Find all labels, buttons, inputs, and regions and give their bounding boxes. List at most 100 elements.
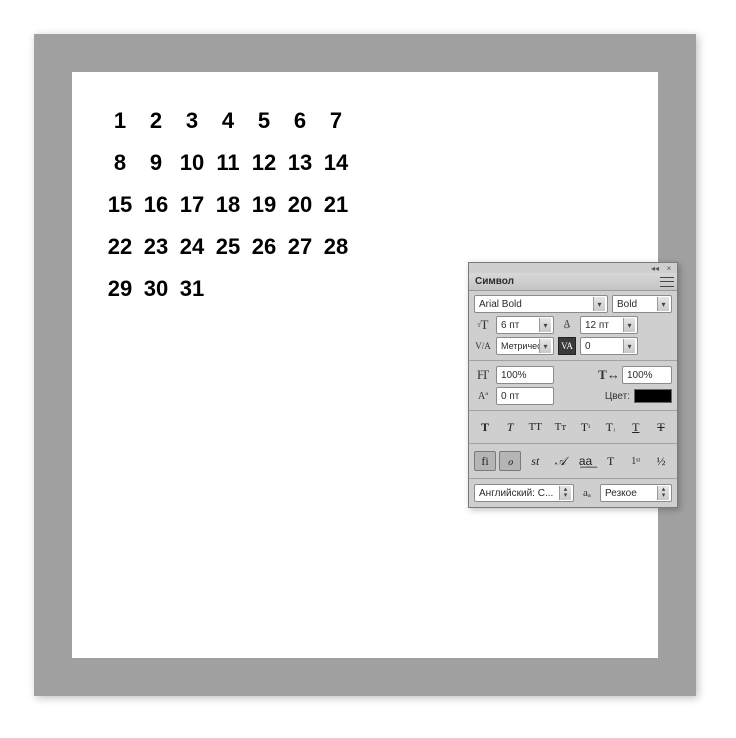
kerning-input[interactable]: Метрическ. ▾: [496, 337, 554, 355]
calendar-cell: 23: [138, 234, 174, 260]
font-family-value: Arial Bold: [479, 299, 603, 310]
strike-button[interactable]: T: [650, 418, 672, 436]
baseline-input[interactable]: 0 пт: [496, 387, 554, 405]
faux-bold-button[interactable]: T: [474, 418, 496, 436]
divider: [469, 443, 677, 444]
calendar-cell: 15: [102, 192, 138, 218]
language-select[interactable]: Английский: С... ▴▾: [474, 484, 574, 502]
calendar-row: 15161718192021: [102, 192, 372, 218]
underline-button[interactable]: T: [625, 418, 647, 436]
fractions-button[interactable]: ½: [650, 451, 672, 471]
leading-input[interactable]: 12 пт ▾: [580, 316, 638, 334]
calendar-cell: 21: [318, 192, 354, 218]
text-color-swatch[interactable]: [634, 389, 672, 403]
opentype-row: fi ℴ st 𝒜 a͟a͟ T 1ˢᵗ ½: [474, 449, 672, 473]
calendar-cell: 5: [246, 108, 282, 134]
tracking-input[interactable]: 0 ▾: [580, 337, 638, 355]
language-value: Английский: С...: [479, 488, 569, 499]
updown-icon: ▴▾: [657, 486, 669, 500]
calendar-cell: 29: [102, 276, 138, 302]
antialias-select[interactable]: Резкое ▴▾: [600, 484, 672, 502]
calendar-cell: 10: [174, 150, 210, 176]
chevron-down-icon: ▾: [623, 339, 635, 353]
calendar-row: 1234567: [102, 108, 372, 134]
calendar-cell: 27: [282, 234, 318, 260]
character-panel[interactable]: ◂◂ × Символ Arial Bold ▾: [468, 262, 678, 508]
calendar-row: 891011121314: [102, 150, 372, 176]
calendar-cell: 3: [174, 108, 210, 134]
panel-title: Символ: [475, 276, 514, 287]
baseline-row: Aª 0 пт Цвет:: [474, 387, 672, 405]
vscale-value: 100%: [501, 370, 527, 381]
hscale-icon: T↔: [600, 366, 618, 384]
chevron-down-icon: ▾: [539, 339, 551, 353]
vscale-input[interactable]: 100%: [496, 366, 554, 384]
divider: [469, 410, 677, 411]
calendar-row: 293031: [102, 276, 372, 302]
discretionary-lig-button[interactable]: st: [524, 451, 546, 471]
font-size-icon: тT: [474, 316, 492, 334]
calendar-cell: 1: [102, 108, 138, 134]
font-family-select[interactable]: Arial Bold ▾: [474, 295, 608, 313]
app-frame: 1234567891011121314151617181920212223242…: [34, 34, 696, 696]
superscript-button[interactable]: T¹: [575, 418, 597, 436]
divider: [469, 360, 677, 361]
subscript-button[interactable]: T₁: [600, 418, 622, 436]
language-row: Английский: С... ▴▾ aₐ Резкое ▴▾: [474, 484, 672, 502]
stylistic-alt-button[interactable]: a͟a͟: [575, 451, 597, 471]
calendar-cell: 16: [138, 192, 174, 218]
hscale-value: 100%: [627, 370, 653, 381]
calendar-cell: 26: [246, 234, 282, 260]
calendar-cell: 12: [246, 150, 282, 176]
leading-icon: A̲: [558, 316, 576, 334]
panel-header: Символ: [469, 273, 677, 291]
allcaps-button[interactable]: TT: [524, 418, 546, 436]
calendar-cell: 2: [138, 108, 174, 134]
font-row: Arial Bold ▾ Bold ▾: [474, 295, 672, 313]
tracking-value: 0: [585, 341, 591, 352]
font-style-select[interactable]: Bold ▾: [612, 295, 672, 313]
divider: [469, 478, 677, 479]
hscale-input[interactable]: 100%: [622, 366, 672, 384]
text-style-row: T T TT Tᴛ T¹ T₁ T T: [474, 416, 672, 438]
calendar-row: 22232425262728: [102, 234, 372, 260]
font-size-value: 6 пт: [501, 320, 519, 331]
smallcaps-button[interactable]: Tᴛ: [549, 418, 571, 436]
calendar-cell: 13: [282, 150, 318, 176]
collapse-icon[interactable]: ◂◂: [651, 264, 659, 272]
baseline-icon: Aª: [474, 387, 492, 405]
swash-button[interactable]: 𝒜: [549, 451, 571, 471]
kerning-icon: V/A: [474, 337, 492, 355]
page: 1234567891011121314151617181920212223242…: [0, 0, 736, 738]
font-size-input[interactable]: 6 пт ▾: [496, 316, 554, 334]
calendar-cell: 22: [102, 234, 138, 260]
calendar-cell: 25: [210, 234, 246, 260]
size-row: тT 6 пт ▾ A̲ 12 пт ▾: [474, 316, 672, 334]
color-label: Цвет:: [605, 391, 630, 402]
chevron-down-icon: ▾: [623, 318, 635, 332]
panel-menu-icon[interactable]: [660, 277, 674, 287]
baseline-value: 0 пт: [501, 391, 519, 402]
calendar-cell: 17: [174, 192, 210, 218]
calendar-cell: 24: [174, 234, 210, 260]
faux-italic-button[interactable]: T: [499, 418, 521, 436]
contextual-alt-button[interactable]: ℴ: [499, 451, 521, 471]
close-icon[interactable]: ×: [665, 264, 673, 272]
calendar-cell: 31: [174, 276, 210, 302]
calendar-text: 1234567891011121314151617181920212223242…: [102, 108, 372, 318]
chevron-down-icon: ▾: [657, 297, 669, 311]
updown-icon: ▴▾: [559, 486, 571, 500]
ligatures-button[interactable]: fi: [474, 451, 496, 471]
chevron-down-icon: ▾: [593, 297, 605, 311]
calendar-cell: 19: [246, 192, 282, 218]
tracking-icon: VA: [558, 337, 576, 355]
panel-body: Arial Bold ▾ Bold ▾ тT 6 пт ▾: [469, 291, 677, 507]
calendar-cell: 6: [282, 108, 318, 134]
panel-window-controls: ◂◂ ×: [469, 263, 677, 273]
calendar-cell: 11: [210, 150, 246, 176]
ordinals-button[interactable]: 1ˢᵗ: [625, 451, 647, 471]
titling-alt-button[interactable]: T: [600, 451, 622, 471]
calendar-cell: 30: [138, 276, 174, 302]
chevron-down-icon: ▾: [539, 318, 551, 332]
antialias-icon: aₐ: [578, 484, 596, 502]
